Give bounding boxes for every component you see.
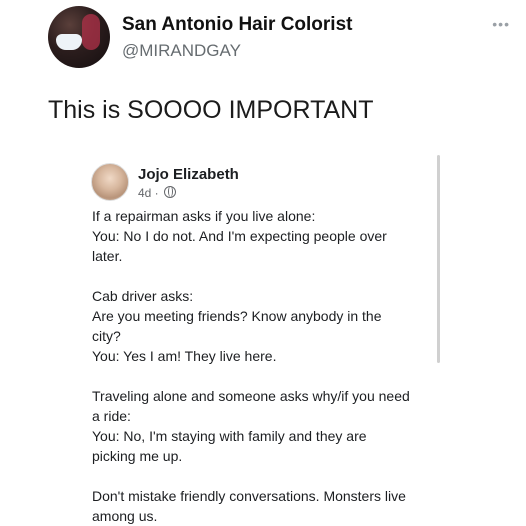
- post-line: You: No, I'm staying with family and the…: [92, 428, 367, 444]
- post-line: city?: [92, 328, 121, 344]
- post-line: a ride:: [92, 408, 131, 424]
- avatar-mask: [56, 34, 82, 50]
- post-meta: 4d ·: [138, 186, 177, 200]
- post-paragraph: Traveling alone and someone asks why/if …: [92, 386, 432, 466]
- post-line: You: Yes I am! They live here.: [92, 348, 277, 364]
- post-body: If a repairman asks if you live alone: Y…: [92, 206, 432, 526]
- post-line: Cab driver asks:: [92, 288, 194, 304]
- avatar-hair: [82, 14, 100, 50]
- avatar[interactable]: [48, 6, 110, 68]
- more-options-icon[interactable]: •••: [492, 16, 510, 32]
- tweet-header: San Antonio Hair Colorist @MIRANDGAY •••: [48, 6, 518, 70]
- post-paragraph: Cab driver asks: Are you meeting friends…: [92, 286, 432, 366]
- scrollbar[interactable]: [437, 155, 440, 363]
- post-author-name: Jojo Elizabeth: [138, 166, 239, 183]
- post-time: 4d ·: [138, 186, 159, 200]
- post-line: among us.: [92, 508, 158, 524]
- post-paragraph: If a repairman asks if you live alone: Y…: [92, 206, 432, 266]
- post-line: You: No I do not. And I'm expecting peop…: [92, 228, 387, 244]
- post-line: picking me up.: [92, 448, 183, 464]
- post-line: If a repairman asks if you live alone:: [92, 208, 316, 224]
- post-author-avatar: [91, 163, 129, 201]
- post-line: Traveling alone and someone asks why/if …: [92, 388, 410, 404]
- tweet-text: This is SOOOO IMPORTANT: [48, 96, 374, 124]
- globe-icon: [164, 186, 177, 198]
- post-line: later.: [92, 248, 123, 264]
- embedded-post-screenshot: Jojo Elizabeth 4d · If a repairman asks …: [86, 158, 446, 524]
- post-line: Are you meeting friends? Know anybody in…: [92, 308, 382, 324]
- display-name[interactable]: San Antonio Hair Colorist: [122, 14, 352, 36]
- username[interactable]: @MIRANDGAY: [122, 41, 241, 61]
- post-line: Don't mistake friendly conversations. Mo…: [92, 488, 406, 504]
- post-paragraph: Don't mistake friendly conversations. Mo…: [92, 486, 432, 526]
